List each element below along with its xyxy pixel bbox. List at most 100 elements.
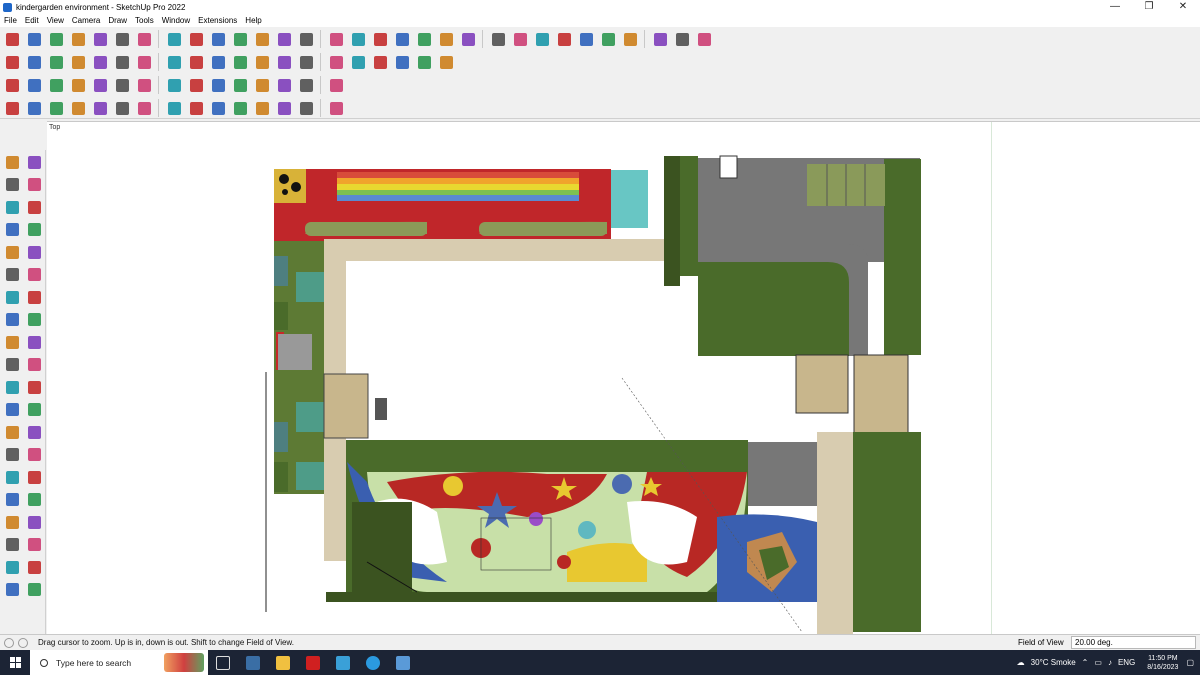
polygon-button[interactable]: [326, 52, 346, 72]
folder-button[interactable]: [230, 52, 250, 72]
info-button[interactable]: [694, 29, 714, 49]
position-camera-tool[interactable]: [2, 535, 22, 555]
push-pull-button[interactable]: [134, 29, 154, 49]
zoom-extents-tool[interactable]: [2, 512, 22, 532]
follow-me-tool[interactable]: [24, 355, 44, 375]
box-outline-button[interactable]: [112, 75, 132, 95]
zoom-window-tool[interactable]: [24, 490, 44, 510]
component-tool[interactable]: [2, 197, 22, 217]
rotated-rect-tool[interactable]: [24, 242, 44, 262]
menu-edit[interactable]: Edit: [25, 16, 39, 25]
subdivide-button[interactable]: [326, 98, 346, 118]
red-hex-button[interactable]: [46, 75, 66, 95]
tape-measure-button[interactable]: [252, 29, 272, 49]
house-button[interactable]: [252, 52, 272, 72]
cross-blue-button[interactable]: [186, 75, 206, 95]
menu-camera[interactable]: Camera: [72, 16, 100, 25]
pencil-line-button[interactable]: [68, 29, 88, 49]
face-button[interactable]: [208, 52, 228, 72]
scale-tool[interactable]: [2, 377, 22, 397]
move-button[interactable]: [186, 29, 206, 49]
3d-text-tool[interactable]: [24, 445, 44, 465]
line-tool[interactable]: [2, 220, 22, 240]
shape-button[interactable]: [46, 98, 66, 118]
arc-tool[interactable]: [2, 287, 22, 307]
previous-tool[interactable]: [24, 512, 44, 532]
tape-measure-tool[interactable]: [2, 400, 22, 420]
edge-app[interactable]: [358, 650, 388, 675]
ruler-button[interactable]: [348, 52, 368, 72]
section-tool[interactable]: [24, 557, 44, 577]
sweep-button[interactable]: [68, 98, 88, 118]
zoom-button[interactable]: [370, 29, 390, 49]
menu-extensions[interactable]: Extensions: [198, 16, 237, 25]
section-plane-button[interactable]: [532, 29, 552, 49]
paint-bucket-button[interactable]: [296, 29, 316, 49]
box-red-button[interactable]: [90, 75, 110, 95]
select-arrow-button[interactable]: [24, 29, 44, 49]
pyramid-button[interactable]: [230, 75, 250, 95]
menu-help[interactable]: Help: [245, 16, 261, 25]
iso-view-button[interactable]: [414, 29, 434, 49]
tag-button[interactable]: [392, 52, 412, 72]
minimize-button[interactable]: —: [1098, 0, 1132, 14]
plane-button[interactable]: [24, 75, 44, 95]
polygon-tool[interactable]: [24, 265, 44, 285]
move-red-button[interactable]: [134, 75, 154, 95]
grid-button[interactable]: [296, 75, 316, 95]
zoom-tool[interactable]: [2, 490, 22, 510]
measurements-input[interactable]: 20.00 deg.: [1071, 636, 1196, 649]
zoom-extents-button[interactable]: [392, 29, 412, 49]
chamfer-button[interactable]: [230, 98, 250, 118]
cube-button[interactable]: [24, 52, 44, 72]
language-indicator[interactable]: ENG: [1118, 658, 1135, 667]
components-button[interactable]: [510, 29, 530, 49]
close-button[interactable]: ✕: [1166, 0, 1200, 14]
menu-view[interactable]: View: [47, 16, 64, 25]
arrow-down-green-button[interactable]: [112, 52, 132, 72]
maximize-button[interactable]: ❐: [1132, 0, 1166, 14]
material-button[interactable]: [436, 52, 456, 72]
geo-icon[interactable]: [18, 637, 28, 648]
hidden-line-button[interactable]: [598, 29, 618, 49]
push-pull-tool[interactable]: [24, 332, 44, 352]
arc3-tool[interactable]: [2, 310, 22, 330]
dimension-tool[interactable]: [24, 400, 44, 420]
twist-button[interactable]: [164, 98, 184, 118]
orbit-tool[interactable]: [24, 152, 44, 172]
search-button[interactable]: [2, 29, 22, 49]
move-tool[interactable]: [2, 332, 22, 352]
follow-me-button[interactable]: [164, 29, 184, 49]
x-ray-button[interactable]: [554, 29, 574, 49]
rectangle-tool[interactable]: [2, 242, 22, 262]
scale-button[interactable]: [208, 29, 228, 49]
line-tool-button[interactable]: [2, 98, 22, 118]
shaded-button[interactable]: [620, 29, 640, 49]
polyline-button[interactable]: [24, 98, 44, 118]
undo-button[interactable]: [650, 29, 670, 49]
arrow-down-blue-button[interactable]: [90, 52, 110, 72]
redo-button[interactable]: [672, 29, 692, 49]
curve-button[interactable]: [186, 52, 206, 72]
stamp-tool[interactable]: [24, 580, 44, 600]
protractor-tool[interactable]: [2, 422, 22, 442]
stack-button[interactable]: [46, 52, 66, 72]
menu-window[interactable]: Window: [162, 16, 190, 25]
extrude-button[interactable]: [112, 98, 132, 118]
tag-tool[interactable]: [24, 197, 44, 217]
app-3[interactable]: [328, 650, 358, 675]
info-icon[interactable]: [4, 637, 14, 648]
clock[interactable]: 11:50 PM 8/16/2023: [1147, 654, 1178, 672]
torus-button[interactable]: [252, 75, 272, 95]
loft-button[interactable]: [90, 98, 110, 118]
arrow-down-red-button[interactable]: [68, 52, 88, 72]
circle-button[interactable]: [274, 52, 294, 72]
solid-button[interactable]: [414, 52, 434, 72]
start-button[interactable]: [0, 650, 30, 675]
offset-button[interactable]: [230, 29, 250, 49]
select-tool[interactable]: [2, 152, 22, 172]
rotate-tool[interactable]: [2, 355, 22, 375]
fillet-button[interactable]: [208, 98, 228, 118]
network-icon[interactable]: ▭: [1094, 658, 1102, 667]
cross-green-button[interactable]: [164, 75, 184, 95]
